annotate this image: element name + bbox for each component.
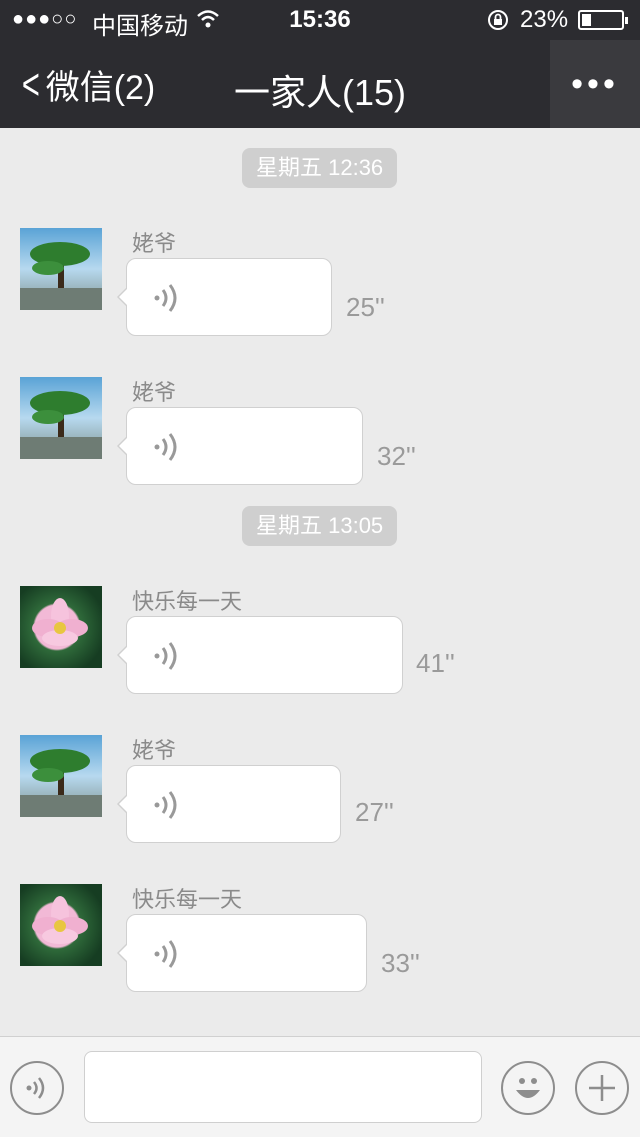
more-button[interactable]: ••• bbox=[550, 40, 640, 128]
voice-duration: 41'' bbox=[416, 648, 455, 678]
voice-wave-icon bbox=[154, 284, 177, 312]
voice-duration: 27'' bbox=[355, 797, 394, 827]
sender-name: 姥爷 bbox=[132, 231, 177, 256]
nav-bar: < 微信(2) 一家人(15) ••• bbox=[0, 40, 640, 128]
voice-wave-icon bbox=[154, 791, 177, 819]
voice-icon bbox=[26, 1077, 45, 1099]
tree-avatar[interactable] bbox=[20, 377, 102, 459]
status-bar: ●●●○○ 中国移动 15:36 23% bbox=[0, 0, 640, 40]
time-separator: 星期五 13:05 bbox=[242, 506, 398, 546]
message-row: 姥爷 27'' bbox=[0, 729, 640, 869]
voice-message-bubble[interactable] bbox=[117, 616, 403, 694]
voice-message-bubble[interactable] bbox=[117, 258, 332, 336]
rotation-lock-icon bbox=[486, 8, 510, 39]
battery-icon bbox=[578, 10, 628, 30]
sender-name: 快乐每一天 bbox=[132, 887, 243, 912]
message-row: 快乐每一天 41'' bbox=[0, 580, 640, 720]
voice-message-bubble[interactable] bbox=[117, 914, 367, 992]
voice-input-button[interactable] bbox=[10, 1061, 64, 1115]
emoji-icon bbox=[516, 1078, 540, 1098]
message-input[interactable] bbox=[84, 1051, 482, 1123]
input-bar bbox=[0, 1036, 640, 1137]
plus-icon bbox=[589, 1075, 615, 1101]
voice-duration: 33'' bbox=[381, 948, 420, 978]
sender-name: 姥爷 bbox=[132, 380, 177, 405]
sender-name: 快乐每一天 bbox=[132, 589, 243, 614]
lotus-avatar[interactable] bbox=[20, 586, 102, 668]
chat-title: 一家人(15) bbox=[233, 72, 407, 113]
lotus-avatar[interactable] bbox=[20, 884, 102, 966]
add-button[interactable] bbox=[575, 1061, 629, 1115]
voice-wave-icon bbox=[154, 642, 177, 670]
voice-message-bubble[interactable] bbox=[117, 407, 363, 485]
emoji-button[interactable] bbox=[501, 1061, 555, 1115]
voice-duration: 25'' bbox=[346, 292, 385, 322]
time-separator: 星期五 12:36 bbox=[242, 148, 398, 188]
tree-avatar[interactable] bbox=[20, 228, 102, 310]
message-row: 姥爷 25'' bbox=[0, 222, 640, 362]
voice-wave-icon bbox=[154, 940, 177, 968]
sender-name: 姥爷 bbox=[132, 738, 177, 763]
message-row: 快乐每一天 33'' bbox=[0, 878, 640, 1018]
voice-message-bubble[interactable] bbox=[117, 765, 341, 843]
voice-duration: 32'' bbox=[377, 441, 416, 471]
voice-wave-icon bbox=[154, 433, 177, 461]
tree-avatar[interactable] bbox=[20, 735, 102, 817]
battery-percentage: 23% bbox=[520, 6, 569, 33]
message-row: 姥爷 32'' bbox=[0, 371, 640, 511]
